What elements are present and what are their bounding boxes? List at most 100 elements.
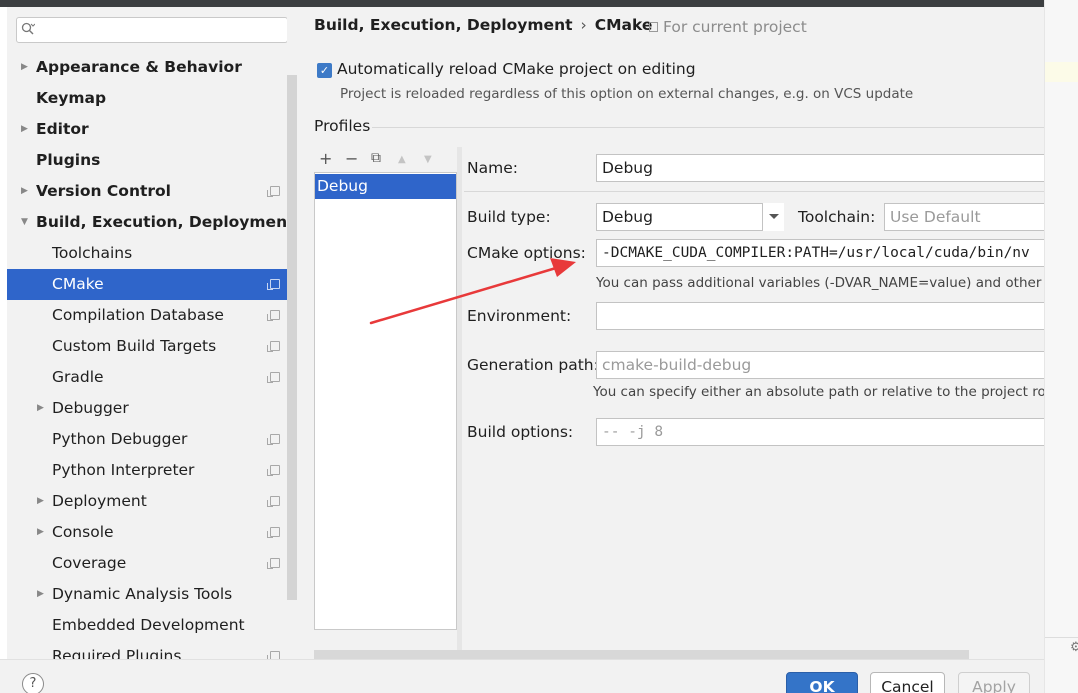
sidebar-item-gradle[interactable]: Gradle — [7, 362, 287, 393]
name-divider — [464, 191, 1044, 192]
sidebar-item-custom-build-targets[interactable]: Custom Build Targets — [7, 331, 287, 362]
breadcrumb-parent[interactable]: Build, Execution, Deployment — [314, 16, 573, 34]
splitter[interactable] — [457, 147, 462, 652]
sidebar-item-label: Editor — [36, 120, 89, 138]
editor-status-divider — [1045, 637, 1078, 638]
sidebar-item-label: CMake — [52, 275, 104, 293]
cmake-options-field[interactable]: -DCMAKE_CUDA_COMPILER:PATH=/usr/local/cu… — [596, 239, 1044, 267]
sidebar-item-version-control[interactable]: ▶ Version Control — [7, 176, 287, 207]
profile-item-debug[interactable]: Debug — [315, 174, 456, 199]
sidebar-item-required-plugins[interactable]: Required Plugins — [7, 641, 287, 659]
sidebar-item-plugins[interactable]: Plugins — [7, 145, 287, 176]
sidebar-item-label: Toolchains — [52, 244, 133, 262]
profiles-list[interactable]: Debug — [314, 172, 457, 630]
sidebar-item-toolchains[interactable]: Toolchains — [7, 238, 287, 269]
sidebar-scrollbar[interactable] — [287, 7, 297, 659]
remove-profile-button[interactable]: − — [345, 149, 358, 168]
auto-reload-checkbox[interactable]: ✓ — [317, 63, 332, 78]
project-scope-icon — [267, 279, 280, 290]
sidebar-item-appearance-behavior[interactable]: ▶ Appearance & Behavior — [7, 52, 287, 83]
sidebar-item-label: Dynamic Analysis Tools — [52, 585, 233, 603]
environment-label: Environment: — [467, 307, 572, 325]
cmake-options-label: CMake options: — [467, 244, 586, 262]
copy-profile-button[interactable]: ⧉ — [371, 150, 381, 166]
sidebar-item-debugger[interactable]: ▶ Debugger — [7, 393, 287, 424]
breadcrumb: Build, Execution, Deployment › CMake — [314, 16, 652, 34]
editor-highlighted-line — [1045, 62, 1078, 82]
project-scope-icon — [267, 434, 280, 445]
generation-path-label: Generation path: — [467, 356, 599, 374]
chevron-down-icon[interactable] — [762, 203, 784, 231]
sidebar-item-embedded-development[interactable]: Embedded Development — [7, 610, 287, 641]
sidebar-item-label: Version Control — [36, 182, 171, 200]
sidebar-item-label: Keymap — [36, 89, 107, 107]
sidebar-item-label: Gradle — [52, 368, 104, 386]
cmake-options-hint: You can pass additional variables (-DVAR… — [596, 275, 1044, 291]
settings-content-panel: Build, Execution, Deployment › CMake For c… — [297, 7, 1044, 659]
project-scope-icon — [267, 310, 280, 321]
move-down-button[interactable]: ▼ — [424, 154, 432, 165]
search-icon — [21, 22, 36, 39]
auto-reload-hint: Project is reloaded regardless of this o… — [340, 86, 914, 102]
project-scope-icon — [649, 22, 658, 32]
sidebar-item-label: Build, Execution, Deployment — [36, 213, 295, 231]
sidebar-item-label: Plugins — [36, 151, 101, 169]
editor-background-strip: ⚙ — [1044, 0, 1078, 693]
gear-icon[interactable]: ⚙ — [1070, 640, 1078, 655]
sidebar-item-label: Coverage — [52, 554, 127, 572]
help-icon[interactable]: ? — [22, 673, 44, 693]
ok-button[interactable]: OK — [786, 672, 858, 693]
sidebar-scrollbar-thumb[interactable] — [287, 75, 297, 600]
sidebar-item-label: Deployment — [52, 492, 147, 510]
sidebar-item-keymap[interactable]: Keymap — [7, 83, 287, 114]
chevron-right-icon: ▶ — [21, 186, 28, 196]
toolchain-label: Toolchain: — [798, 208, 876, 226]
generation-path-hint: You can specify either an absolute path … — [593, 384, 1044, 400]
add-profile-button[interactable]: + — [319, 149, 332, 168]
chevron-right-icon: ▶ — [37, 403, 44, 413]
apply-button[interactable]: Apply — [958, 672, 1030, 693]
sidebar-item-cmake[interactable]: CMake — [7, 269, 287, 300]
sidebar-item-deployment[interactable]: ▶ Deployment — [7, 486, 287, 517]
generation-path-field[interactable]: cmake-build-debug — [596, 351, 1044, 379]
toolchain-select[interactable]: Use Default — [884, 203, 1044, 231]
horizontal-scrollbar[interactable] — [314, 650, 969, 659]
build-type-label: Build type: — [467, 208, 551, 226]
build-type-select[interactable]: Debug — [596, 203, 784, 231]
project-scope-icon — [267, 372, 280, 383]
chevron-right-icon: ▶ — [37, 527, 44, 537]
sidebar-item-label: Embedded Development — [52, 616, 245, 634]
window-top-bar — [0, 0, 1044, 7]
scope-label: For current project — [663, 18, 807, 36]
project-scope-icon — [267, 496, 280, 507]
sidebar-item-build-execution-deployment[interactable]: ▼ Build, Execution, Deployment — [7, 207, 295, 238]
sidebar-item-label: Compilation Database — [52, 306, 224, 324]
sidebar-item-label: Python Interpreter — [52, 461, 195, 479]
chevron-right-icon: ▶ — [21, 62, 28, 72]
project-scope-icon — [267, 651, 280, 659]
auto-reload-label[interactable]: Automatically reload CMake project on ed… — [337, 60, 696, 78]
project-scope-icon — [267, 558, 280, 569]
name-field[interactable]: Debug — [596, 154, 1044, 182]
build-options-label: Build options: — [467, 423, 574, 441]
sidebar-item-compilation-database[interactable]: Compilation Database — [7, 300, 287, 331]
sidebar-item-coverage[interactable]: Coverage — [7, 548, 287, 579]
environment-field[interactable] — [596, 302, 1044, 330]
profiles-divider — [372, 127, 1044, 128]
sidebar-item-editor[interactable]: ▶ Editor — [7, 114, 287, 145]
profiles-section-title: Profiles — [314, 117, 371, 135]
sidebar-item-label: Appearance & Behavior — [36, 58, 242, 76]
move-up-button[interactable]: ▲ — [398, 154, 406, 165]
scope-indicator: For current project — [649, 18, 807, 36]
sidebar-item-python-debugger[interactable]: Python Debugger — [7, 424, 287, 455]
cancel-button[interactable]: Cancel — [870, 672, 945, 693]
sidebar-item-label: Debugger — [52, 399, 129, 417]
sidebar-item-label: Required Plugins — [52, 647, 182, 659]
sidebar-item-python-interpreter[interactable]: Python Interpreter — [7, 455, 287, 486]
chevron-down-icon: ▼ — [21, 217, 28, 227]
search-input[interactable] — [16, 17, 288, 43]
sidebar-item-label: Python Debugger — [52, 430, 188, 448]
sidebar-item-dynamic-analysis-tools[interactable]: ▶ Dynamic Analysis Tools — [7, 579, 287, 610]
sidebar-item-console[interactable]: ▶ Console — [7, 517, 287, 548]
build-options-field[interactable]: -- -j 8 — [596, 418, 1044, 446]
